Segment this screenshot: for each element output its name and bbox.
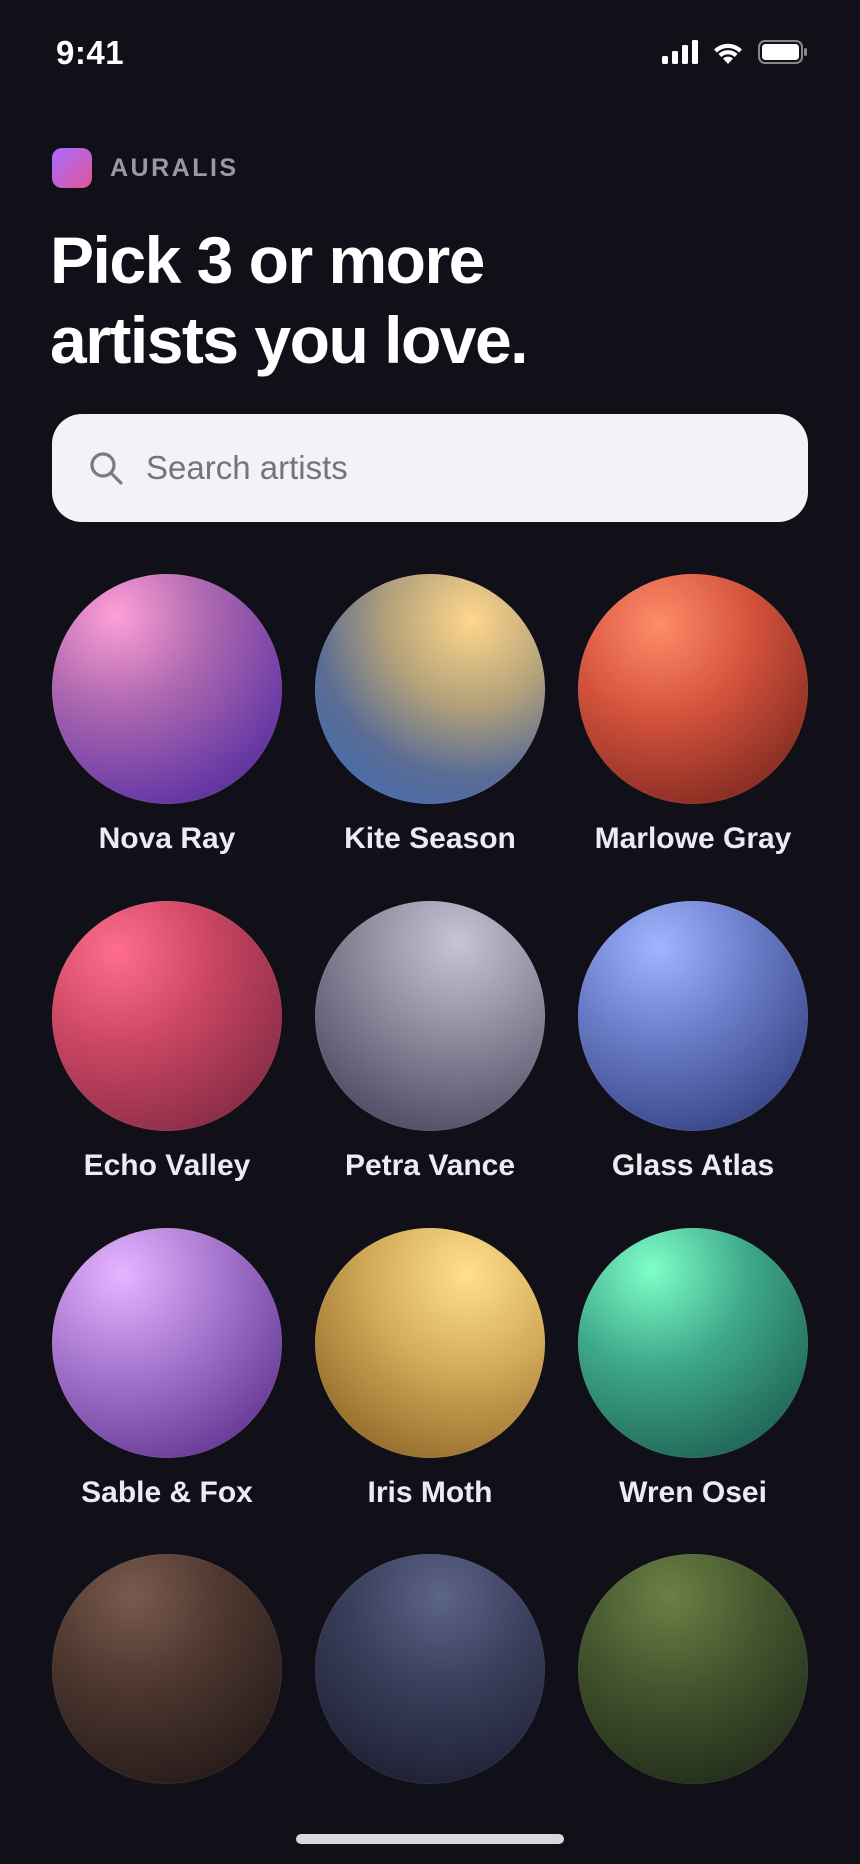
brand: AURALIS (52, 148, 239, 188)
artist-orb[interactable] (578, 574, 808, 804)
artist-name: Glass Atlas (611, 1149, 775, 1182)
artist-name: Wren Osei (619, 1476, 767, 1509)
artist-card[interactable] (315, 1554, 545, 1802)
artist-orb[interactable] (52, 1554, 282, 1784)
artist-card[interactable]: Glass Atlas (578, 901, 808, 1183)
artist-name: Nova Ray (98, 822, 236, 855)
artist-orb[interactable] (52, 574, 282, 804)
artist-orb[interactable] (315, 1228, 545, 1458)
artist-orb[interactable] (578, 1228, 808, 1458)
artist-name: Marlowe Gray (594, 822, 792, 855)
page-title-line-2: artists you love. (50, 303, 529, 377)
artist-card[interactable]: Petra Vance (315, 901, 545, 1183)
artist-name: Echo Valley (83, 1149, 251, 1182)
artist-orb[interactable] (52, 1228, 282, 1458)
artist-orb[interactable] (315, 901, 545, 1131)
search-input[interactable] (146, 449, 766, 487)
artist-orb[interactable] (315, 1554, 545, 1784)
page-title: Pick 3 or more artists you love. (50, 220, 810, 380)
battery-icon (758, 40, 807, 64)
auralis-logo (52, 148, 92, 188)
status-icons (662, 40, 808, 64)
artist-card[interactable]: Sable & Fox (52, 1228, 282, 1510)
artist-card[interactable] (52, 1554, 282, 1802)
artist-card[interactable]: Nova Ray (52, 574, 282, 856)
artist-name: Sable & Fox (81, 1476, 253, 1509)
artist-orb[interactable] (578, 901, 808, 1131)
artist-orb[interactable] (578, 1554, 808, 1784)
artist-orb[interactable] (52, 901, 282, 1131)
brand-name: AURALIS (110, 153, 239, 182)
artist-card[interactable]: Echo Valley (52, 901, 282, 1183)
artist-card[interactable]: Marlowe Gray (578, 574, 808, 856)
home-indicator[interactable] (296, 1834, 564, 1844)
artist-card[interactable]: Iris Moth (315, 1228, 545, 1510)
status-bar: 9:41 (0, 0, 860, 110)
artist-card[interactable]: Kite Season (315, 574, 545, 856)
wifi-icon (714, 43, 742, 64)
artist-name: Iris Moth (367, 1476, 493, 1509)
artist-orb[interactable] (315, 574, 545, 804)
search-icon (90, 452, 123, 485)
artist-card[interactable] (578, 1554, 808, 1802)
artist-card[interactable]: Wren Osei (578, 1228, 808, 1510)
onboarding-screen: 9:41 AURALIS Pick 3 or more artists you … (0, 0, 860, 1864)
artist-name: Petra Vance (344, 1149, 516, 1182)
search-bar[interactable] (52, 414, 808, 522)
signal-icon (662, 40, 698, 64)
artist-name: Kite Season (344, 822, 516, 855)
status-time: 9:41 (56, 34, 125, 71)
page-title-line-1: Pick 3 or more (50, 223, 485, 297)
